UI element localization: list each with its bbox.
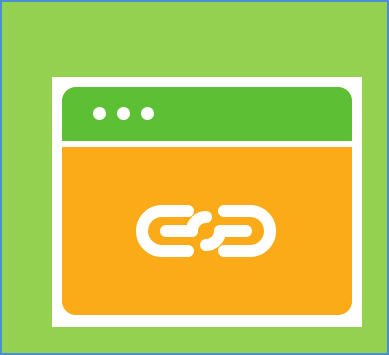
icon-frame	[0, 0, 389, 355]
chain-link-icon	[136, 205, 276, 257]
window-dot-icon	[117, 107, 130, 120]
window-dot-icon	[93, 107, 106, 120]
window-dot-icon	[141, 107, 154, 120]
browser-window-icon	[62, 87, 352, 315]
window-body	[62, 147, 352, 315]
window-titlebar	[62, 87, 352, 141]
icon-card	[52, 77, 362, 327]
